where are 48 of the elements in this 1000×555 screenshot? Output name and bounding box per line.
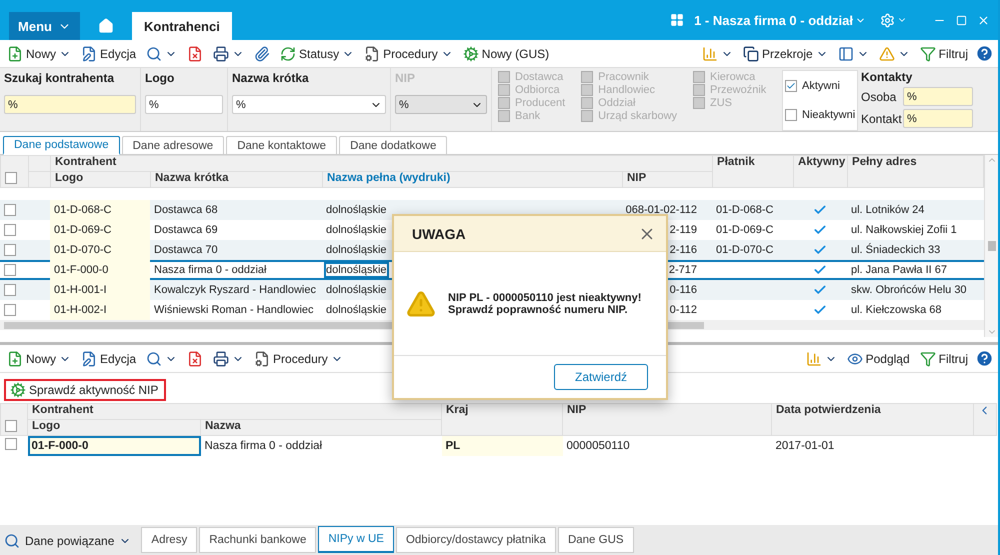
table-cell: 01-D-070-C bbox=[50, 240, 150, 260]
table-cell: 2-116 bbox=[670, 244, 697, 256]
table-cell: ul. Lotników 24 bbox=[851, 204, 924, 216]
table-cell: 01-H-001-I bbox=[50, 280, 150, 300]
table-cell: ul. Śniadeckich 33 bbox=[851, 244, 940, 256]
table-cell: Nasza firma 0 - oddział bbox=[200, 436, 442, 456]
column-group-header: Kontrahent bbox=[50, 156, 713, 172]
section-title: Kontakty bbox=[861, 70, 914, 84]
table-cell: pl. Jana Pawła II 67 bbox=[851, 264, 948, 276]
table-cell: Nasza firma 0 - oddział bbox=[154, 264, 266, 276]
table-cell: dolnośląskie bbox=[326, 264, 387, 276]
table-cell: 2-717 bbox=[668, 264, 697, 276]
field-label: Nazwa krótka bbox=[232, 71, 310, 85]
table-cell: 01-D-069-C bbox=[50, 220, 150, 240]
table-cell: 01-H-002-I bbox=[50, 300, 150, 320]
table-cell: ul. Nałkowskiej Zofii 1 bbox=[851, 224, 957, 236]
table-cell: dolnośląskie bbox=[326, 244, 387, 256]
table-cell: Kowalczyk Ryszard - Handlowiec bbox=[154, 284, 316, 296]
table-cell: 01-D-068-C bbox=[716, 204, 774, 216]
table-cell: 01-F-000-0 bbox=[28, 436, 200, 456]
table-cell: PL bbox=[442, 436, 562, 456]
table-cell: Wiśniewski Roman - Handlowiec bbox=[154, 304, 314, 316]
table-cell: skw. Obrońców Helu 30 bbox=[851, 284, 967, 296]
dialog-message: NIP PL - 0000050110 jest nieaktywny! bbox=[448, 292, 642, 304]
table-cell: dolnośląskie bbox=[326, 284, 387, 296]
table-cell: 2-119 bbox=[670, 224, 697, 236]
table-cell: dolnośląskie bbox=[326, 204, 387, 216]
table-cell: 01-D-069-C bbox=[716, 224, 774, 236]
table-cell: 01-D-068-C bbox=[50, 200, 150, 220]
dialog-title: UWAGA bbox=[412, 226, 466, 242]
table-cell: dolnośląskie bbox=[326, 224, 387, 236]
table-cell: Dostawca 69 bbox=[154, 224, 218, 236]
table-cell: Dostawca 70 bbox=[154, 244, 218, 256]
field-label: Szukaj kontrahenta bbox=[4, 71, 116, 85]
table-cell: 2017-01-01 bbox=[772, 436, 974, 456]
table-cell: 01-F-000-0 bbox=[50, 260, 150, 280]
table-cell: 0-116 bbox=[670, 284, 697, 296]
table-cell: 068-01-02-112 bbox=[626, 204, 697, 216]
table-cell: ul. Kiełczowska 68 bbox=[851, 304, 942, 316]
table-cell: 01-D-070-C bbox=[716, 244, 774, 256]
table-cell: 0-112 bbox=[670, 304, 697, 316]
table-cell: Dostawca 68 bbox=[154, 204, 218, 216]
field-label: Logo bbox=[145, 71, 176, 85]
table-cell: dolnośląskie bbox=[326, 304, 387, 316]
table-cell: 0000050110 bbox=[562, 436, 772, 456]
field-label: Osoba bbox=[861, 90, 898, 104]
dialog-message: Sprawdź poprawność numeru NIP. bbox=[448, 304, 628, 316]
column-group-header: Kontrahent bbox=[28, 404, 442, 420]
